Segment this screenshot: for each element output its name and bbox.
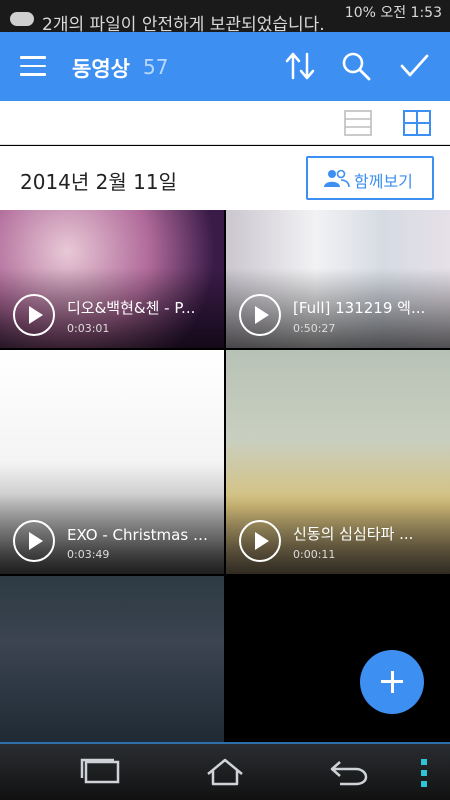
search-icon[interactable] bbox=[340, 50, 372, 82]
view-toggle-bar bbox=[0, 101, 450, 145]
section-date: 2014년 2월 11일 bbox=[20, 170, 177, 194]
people-icon bbox=[324, 169, 350, 188]
video-duration: 0:50:27 bbox=[293, 322, 336, 335]
cloud-icon bbox=[10, 12, 34, 26]
list-view-icon[interactable] bbox=[344, 110, 372, 136]
status-bar: 2개의 파일이 안전하게 보관되었습니다. 10% 오전 1:53 bbox=[0, 0, 450, 32]
video-duration: 0:03:01 bbox=[67, 322, 110, 335]
watch-together-label: 함께보기 bbox=[354, 172, 413, 191]
back-icon[interactable] bbox=[328, 756, 370, 788]
check-icon[interactable] bbox=[398, 50, 430, 82]
video-count: 57 bbox=[143, 55, 169, 79]
add-button[interactable] bbox=[360, 650, 424, 714]
app-bar: 동영상 57 bbox=[0, 32, 450, 101]
recent-apps-icon[interactable] bbox=[80, 756, 122, 788]
page-title: 동영상 bbox=[72, 57, 130, 81]
video-tile[interactable] bbox=[0, 576, 224, 742]
status-right: 10% 오전 1:53 bbox=[344, 5, 442, 21]
play-icon[interactable] bbox=[239, 520, 281, 562]
video-duration: 0:03:49 bbox=[67, 548, 110, 561]
video-tile[interactable]: [Full] 131219 엑... 0:50:27 bbox=[226, 210, 450, 348]
video-duration: 0:00:11 bbox=[293, 548, 336, 561]
play-icon[interactable] bbox=[13, 520, 55, 562]
play-icon[interactable] bbox=[13, 294, 55, 336]
video-tile[interactable]: 신동의 심심타파 ... 0:00:11 bbox=[226, 350, 450, 574]
video-title: 신동의 심심타파 ... bbox=[293, 525, 414, 543]
home-icon[interactable] bbox=[204, 756, 246, 788]
date-header: 2014년 2월 11일 함께보기 bbox=[0, 146, 450, 210]
video-title: [Full] 131219 엑... bbox=[293, 299, 426, 317]
video-title: 디오&백현&첸 - P... bbox=[67, 299, 196, 317]
watch-together-button[interactable]: 함께보기 bbox=[306, 156, 434, 200]
menu-icon[interactable] bbox=[20, 56, 46, 76]
video-tile[interactable]: EXO - Christmas D... 0:03:49 bbox=[0, 350, 224, 574]
system-nav-bar bbox=[0, 742, 450, 800]
video-tile[interactable]: 디오&백현&첸 - P... 0:03:01 bbox=[0, 210, 224, 348]
video-title: EXO - Christmas D... bbox=[67, 526, 217, 544]
notification-text: 2개의 파일이 안전하게 보관되었습니다. bbox=[42, 15, 325, 32]
sort-icon[interactable] bbox=[284, 50, 316, 82]
play-icon[interactable] bbox=[239, 294, 281, 336]
grid-view-icon[interactable] bbox=[403, 110, 431, 136]
overflow-menu-icon[interactable] bbox=[420, 758, 428, 788]
